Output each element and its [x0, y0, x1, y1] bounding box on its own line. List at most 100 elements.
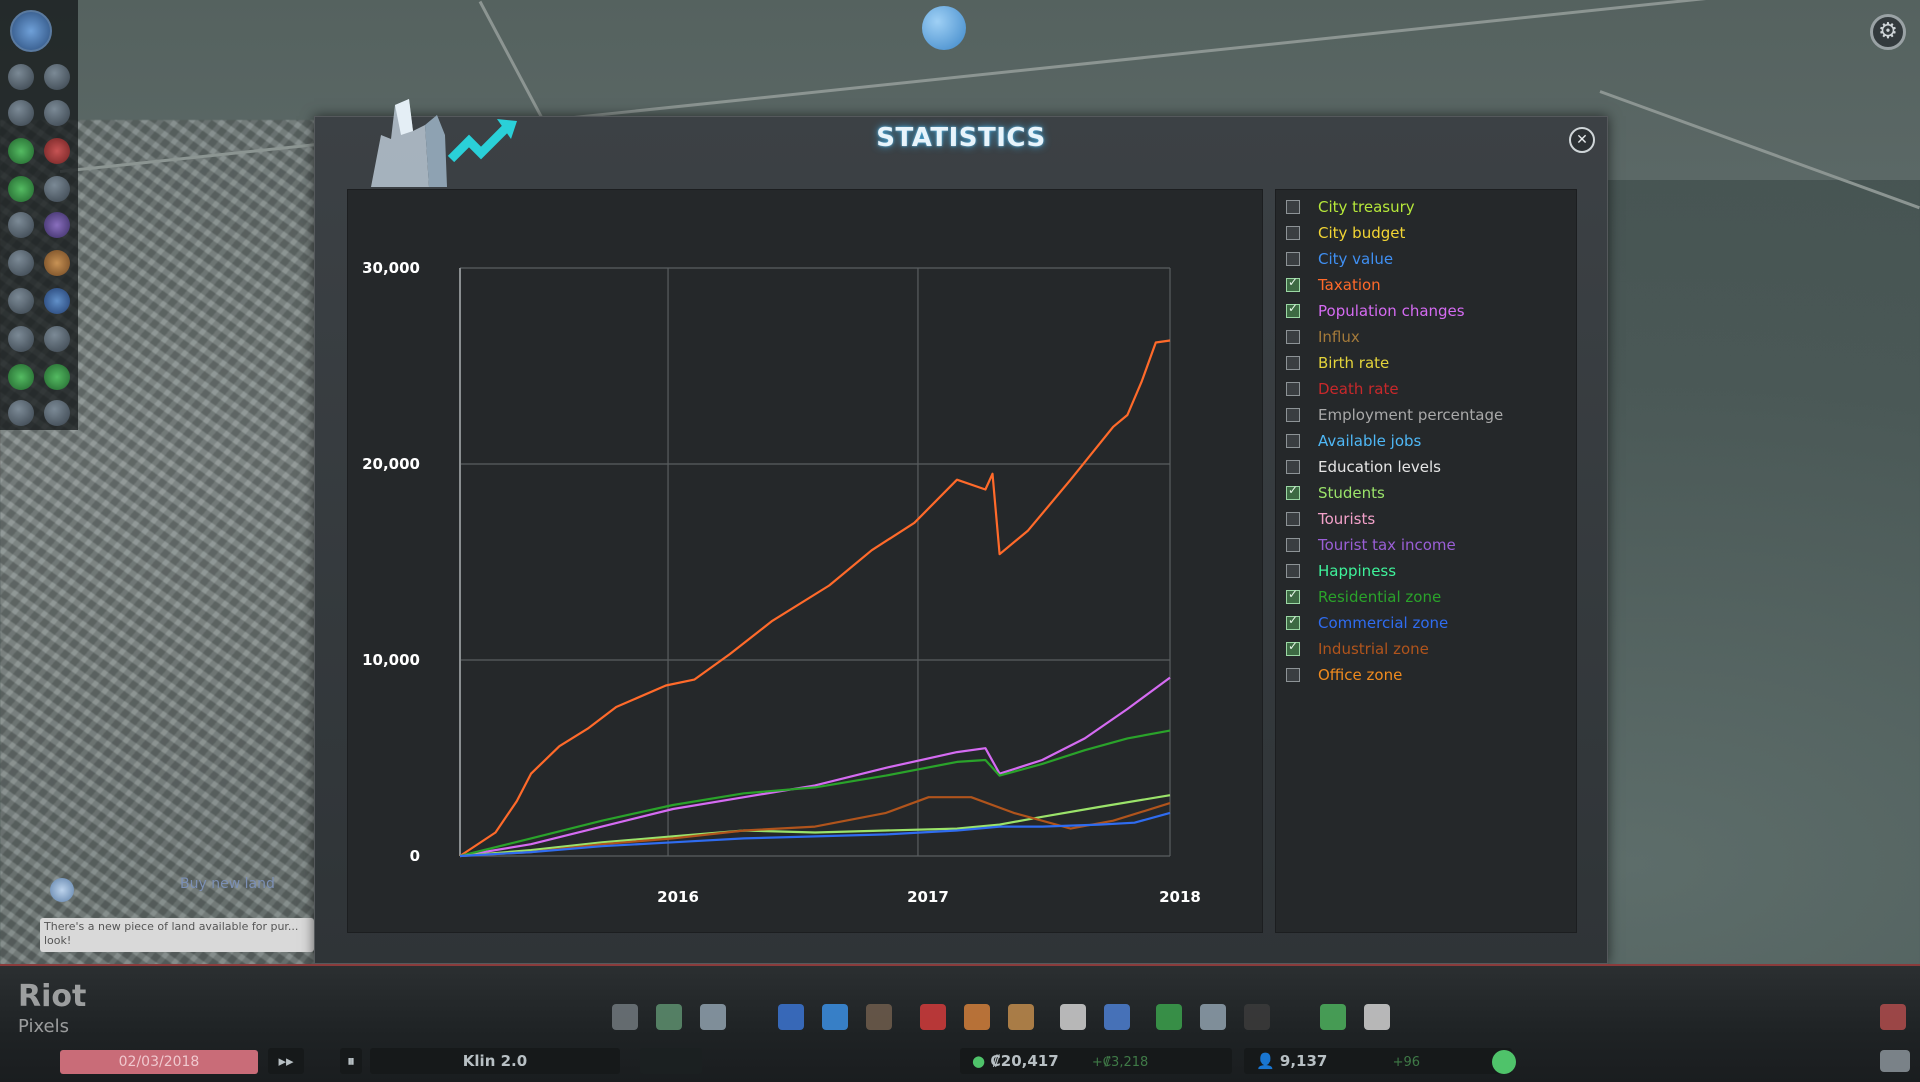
- legend-item[interactable]: City value: [1280, 248, 1393, 270]
- legend-item[interactable]: Students: [1280, 482, 1385, 504]
- city-name[interactable]: Klin 2.0: [370, 1048, 620, 1074]
- legend-item[interactable]: Birth rate: [1280, 352, 1389, 374]
- legend-label: Happiness: [1318, 562, 1397, 580]
- legend-checkbox[interactable]: [1286, 408, 1300, 422]
- legend-checkbox[interactable]: [1286, 460, 1300, 474]
- roads-info-icon[interactable]: [8, 400, 34, 426]
- date-display[interactable]: 02/03/2018: [60, 1050, 258, 1074]
- wind-info-icon[interactable]: [8, 326, 34, 352]
- legend-item[interactable]: City treasury: [1280, 196, 1415, 218]
- legend-label: Tourist tax income: [1318, 536, 1456, 554]
- watermark-logo: Riot Pixels: [18, 982, 86, 1042]
- traffic-info-icon[interactable]: [8, 212, 34, 238]
- unique-buildings-tool-icon[interactable]: [1200, 1004, 1226, 1030]
- legend-item[interactable]: Education levels: [1280, 456, 1441, 478]
- globe-icon[interactable]: [922, 6, 966, 50]
- legend-item[interactable]: Residential zone: [1280, 586, 1441, 608]
- legend-checkbox[interactable]: [1286, 275, 1300, 292]
- close-icon[interactable]: ✕: [1569, 127, 1595, 153]
- transport-info-icon[interactable]: [44, 288, 70, 314]
- money-delta: +₡3,218: [1091, 1055, 1149, 1070]
- legend-checkbox[interactable]: [1286, 330, 1300, 344]
- education-info-icon[interactable]: [44, 212, 70, 238]
- y-tick-label: 30,000: [362, 259, 420, 277]
- speed-button[interactable]: ▸▸: [268, 1048, 304, 1074]
- population-display: 👤 9,137 +96: [1244, 1048, 1512, 1074]
- legend-item[interactable]: Happiness: [1280, 560, 1396, 582]
- legend-item[interactable]: Employment percentage: [1280, 404, 1503, 426]
- transport-tool-icon[interactable]: [1104, 1004, 1130, 1030]
- legend-checkbox[interactable]: [1286, 356, 1300, 370]
- legend-item[interactable]: City budget: [1280, 222, 1405, 244]
- time-info-icon[interactable]: [44, 400, 70, 426]
- legend-checkbox[interactable]: [1286, 613, 1300, 630]
- bulldozer-icon[interactable]: [1880, 1004, 1906, 1030]
- noise-info-icon[interactable]: [8, 250, 34, 276]
- garbage-tool-icon[interactable]: [866, 1004, 892, 1030]
- roads-tool-icon[interactable]: [612, 1004, 638, 1030]
- legend-item[interactable]: Available jobs: [1280, 430, 1421, 452]
- legend-item[interactable]: Population changes: [1280, 300, 1465, 322]
- pause-button[interactable]: ⏸: [340, 1048, 362, 1074]
- legend-item[interactable]: Tourist tax income: [1280, 534, 1456, 556]
- legend-checkbox[interactable]: [1286, 639, 1300, 656]
- legend-checkbox[interactable]: [1286, 538, 1300, 552]
- parks-tool-icon[interactable]: [1156, 1004, 1182, 1030]
- legend-checkbox[interactable]: [1286, 382, 1300, 396]
- legend-checkbox[interactable]: [1286, 301, 1300, 318]
- legend-label: Available jobs: [1318, 432, 1422, 450]
- watermark-line1: Riot: [18, 979, 87, 1014]
- resources-info-icon[interactable]: [44, 326, 70, 352]
- y-tick-label: 20,000: [362, 455, 420, 473]
- fire-info-icon[interactable]: [44, 250, 70, 276]
- crime-info-icon[interactable]: [44, 100, 70, 126]
- legend-item[interactable]: Office zone: [1280, 664, 1402, 686]
- policies-tool-icon[interactable]: [1364, 1004, 1390, 1030]
- legend-checkbox[interactable]: [1286, 252, 1300, 266]
- zoning-tool-icon[interactable]: [656, 1004, 682, 1030]
- happiness-info-icon[interactable]: [8, 138, 34, 164]
- legend-item[interactable]: Taxation: [1280, 274, 1381, 296]
- districts-tool-icon[interactable]: [700, 1004, 726, 1030]
- legend-checkbox[interactable]: [1286, 668, 1300, 682]
- police-tool-icon[interactable]: [1008, 1004, 1034, 1030]
- legend-item[interactable]: Commercial zone: [1280, 612, 1448, 634]
- monuments-tool-icon[interactable]: [1244, 1004, 1270, 1030]
- healthcare-tool-icon[interactable]: [920, 1004, 946, 1030]
- legend-item[interactable]: Tourists: [1280, 508, 1375, 530]
- notification-title[interactable]: Buy new land: [180, 876, 275, 892]
- education-tool-icon[interactable]: [1060, 1004, 1086, 1030]
- settings-gear-icon[interactable]: ⚙: [1870, 14, 1906, 50]
- notification[interactable]: Buy new land There's a new piece of land…: [40, 872, 314, 952]
- legend-label: Taxation: [1318, 276, 1381, 294]
- pollution-info-icon[interactable]: [8, 288, 34, 314]
- legend-label: Students: [1318, 484, 1385, 502]
- legend-checkbox[interactable]: [1286, 483, 1300, 500]
- legend-item[interactable]: Influx: [1280, 326, 1360, 348]
- money-tool-icon[interactable]: [1320, 1004, 1346, 1030]
- y-tick-label: 10,000: [362, 651, 420, 669]
- districts-info-icon[interactable]: [44, 364, 70, 390]
- water-info-icon[interactable]: [44, 64, 70, 90]
- health-info-icon[interactable]: [44, 138, 70, 164]
- garbage-info-icon[interactable]: [8, 100, 34, 126]
- chirper-icon[interactable]: [10, 10, 52, 52]
- electricity-info-icon[interactable]: [8, 64, 34, 90]
- legend-item[interactable]: Industrial zone: [1280, 638, 1429, 660]
- legend-checkbox[interactable]: [1286, 587, 1300, 604]
- legend-checkbox[interactable]: [1286, 564, 1300, 578]
- tourism-info-icon[interactable]: [44, 176, 70, 202]
- chirper-toggle-icon[interactable]: [1880, 1050, 1910, 1072]
- water-tool-icon[interactable]: [822, 1004, 848, 1030]
- fire-tool-icon[interactable]: [964, 1004, 990, 1030]
- legend-checkbox[interactable]: [1286, 200, 1300, 214]
- legend-item[interactable]: Death rate: [1280, 378, 1399, 400]
- legend-checkbox[interactable]: [1286, 226, 1300, 240]
- electricity-tool-icon[interactable]: [778, 1004, 804, 1030]
- economy-info-icon[interactable]: [8, 364, 34, 390]
- notification-pin-icon: [50, 878, 74, 902]
- population-icon: 👤: [1256, 1052, 1275, 1070]
- legend-checkbox[interactable]: [1286, 434, 1300, 448]
- land-value-info-icon[interactable]: [8, 176, 34, 202]
- legend-checkbox[interactable]: [1286, 512, 1300, 526]
